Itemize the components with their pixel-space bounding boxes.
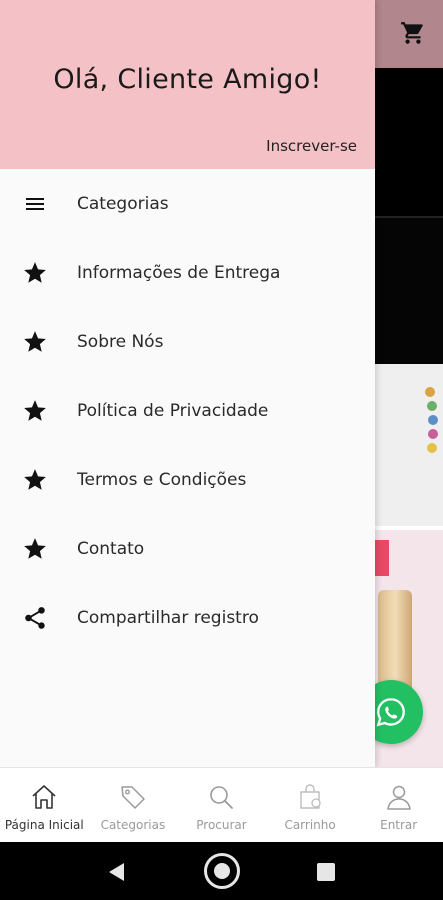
whatsapp-icon <box>376 698 405 727</box>
share-icon <box>22 605 48 631</box>
system-navigation-bar <box>0 842 443 900</box>
navigation-drawer: Olá, Cliente Amigo! Inscrever-se Categor… <box>0 0 375 767</box>
banner-image <box>375 68 443 216</box>
greeting-title: Olá, Cliente Amigo! <box>53 64 322 95</box>
menu-item-compartilhar[interactable]: Compartilhar registro <box>0 583 375 652</box>
bottom-navigation: Página Inicial Categorias Procurar Carri… <box>0 767 443 842</box>
cart-icon[interactable] <box>400 20 426 46</box>
nav-item-home[interactable]: Página Inicial <box>0 768 89 842</box>
recent-apps-icon[interactable] <box>317 863 335 881</box>
menu-item-contato[interactable]: Contato <box>0 514 375 583</box>
menu-item-termos[interactable]: Termos e Condições <box>0 445 375 514</box>
menu-item-label: Categorias <box>77 193 169 214</box>
nav-item-cart[interactable]: Carrinho <box>266 768 355 842</box>
nav-label: Carrinho <box>284 818 336 832</box>
home-icon <box>32 785 56 809</box>
signup-link[interactable]: Inscrever-se <box>266 137 357 155</box>
nav-item-login[interactable]: Entrar <box>354 768 443 842</box>
product-image <box>425 387 438 453</box>
menu-item-label: Informações de Entrega <box>77 262 281 283</box>
star-icon <box>22 329 48 355</box>
menu-item-entrega[interactable]: Informações de Entrega <box>0 238 375 307</box>
back-icon[interactable] <box>106 861 126 883</box>
nav-label: Entrar <box>380 818 418 832</box>
star-icon <box>22 398 48 424</box>
menu-item-label: Compartilhar registro <box>77 607 259 628</box>
menu-item-label: Termos e Condições <box>77 469 247 490</box>
banner-image <box>375 218 443 364</box>
nav-item-search[interactable]: Procurar <box>177 768 266 842</box>
promo-tag <box>375 540 389 576</box>
user-icon <box>386 785 411 810</box>
menu-icon <box>22 191 48 217</box>
star-icon <box>22 536 48 562</box>
nav-label: Procurar <box>196 818 247 832</box>
menu-item-sobre[interactable]: Sobre Nós <box>0 307 375 376</box>
menu-item-label: Contato <box>77 538 145 559</box>
nav-label: Categorias <box>100 818 166 832</box>
tag-icon <box>121 786 145 809</box>
star-icon <box>22 467 48 493</box>
star-icon <box>22 260 48 286</box>
search-icon <box>210 786 234 809</box>
drawer-menu: Categorias Informações de Entrega Sobre … <box>0 169 375 652</box>
drawer-header: Olá, Cliente Amigo! Inscrever-se <box>0 0 375 169</box>
shopping-bag-icon <box>300 784 321 809</box>
menu-item-label: Sobre Nós <box>77 331 164 352</box>
nav-item-categories[interactable]: Categorias <box>89 768 178 842</box>
menu-item-categorias[interactable]: Categorias <box>0 169 375 238</box>
home-button-icon[interactable] <box>204 853 240 889</box>
menu-item-privacidade[interactable]: Política de Privacidade <box>0 376 375 445</box>
menu-item-label: Política de Privacidade <box>77 400 269 421</box>
nav-label: Página Inicial <box>4 818 84 832</box>
